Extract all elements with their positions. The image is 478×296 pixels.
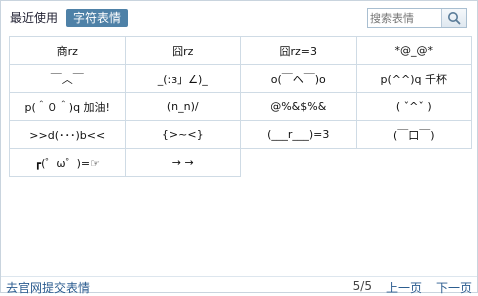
tab-text-emoticons[interactable]: 字符表情 [66,9,129,27]
emoticon-cell[interactable]: >>d(･･･)b<< [10,121,126,149]
emoticon-grid: 商rz 囧rz 囧rz=3 *@_@* ￣︿￣ _(:з」∠)_ o(￣ヘ￣)o… [9,36,472,177]
emoticon-cell[interactable]: ￣︿￣ [10,65,126,93]
emoticon-cell[interactable]: o(￣ヘ￣)o [241,65,357,93]
pagination: 5/5 上一页 下一页 [353,279,472,296]
footer-divider [1,276,477,277]
emoticon-cell[interactable]: (￣口￣) [356,121,472,149]
page-indicator: 5/5 [352,279,372,293]
emoticon-cell[interactable]: ( ˇ^ˇ ) [356,93,472,121]
emoticon-cell[interactable]: p(＾０＾)q 加油! [10,93,126,121]
submit-emoticon-link[interactable]: 去官网提交表情 [6,279,90,296]
emoticon-cell[interactable]: @%&$%& [241,93,357,121]
search-icon [448,12,461,25]
tab-recent[interactable]: 最近使用 [4,9,64,27]
emoticon-cell[interactable]: _(:з」∠)_ [125,65,241,93]
emoticon-cell[interactable]: ┏(゜ω゜)=☞ [10,149,126,177]
emoticon-cell[interactable]: 商rz [10,37,126,65]
emoticon-cell[interactable]: → → [125,149,241,177]
search-box [367,8,467,28]
emoticon-cell[interactable]: *@_@* [356,37,472,65]
emoticon-cell[interactable]: (___r___)=3 [241,121,357,149]
tab-bar: 最近使用 字符表情 [4,9,129,27]
search-button[interactable] [441,9,466,27]
emoticon-cell[interactable]: p(^^)q 千杯 [356,65,472,93]
prev-page-link[interactable]: 上一页 [386,279,422,296]
emoticon-cell[interactable]: 囧rz [125,37,241,65]
search-input[interactable] [370,9,442,27]
emoticon-cell[interactable]: 囧rz=3 [241,37,357,65]
emoticon-cell[interactable]: (n_n)/ [125,93,241,121]
emoticon-cell[interactable]: {>~<} [125,121,241,149]
next-page-link[interactable]: 下一页 [436,279,472,296]
